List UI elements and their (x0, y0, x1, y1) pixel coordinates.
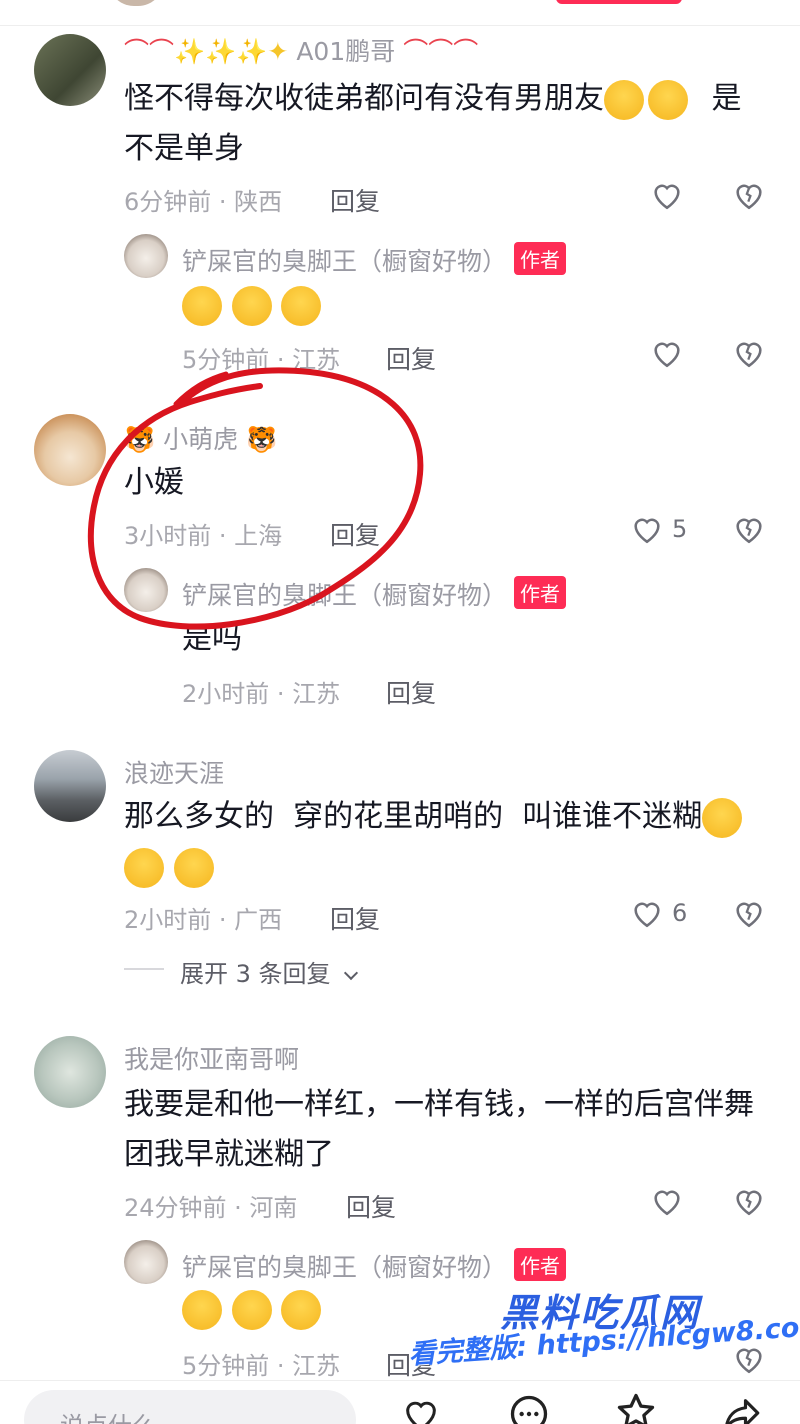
heart-icon (634, 902, 660, 928)
dislike-button[interactable] (732, 1184, 766, 1222)
comment-text: 我要是和他一样红，一样有钱，一样的后宫伴舞 团我早就迷糊了 (124, 1087, 754, 1172)
laugh-cry-emoji-icon (648, 79, 688, 120)
dislike-button[interactable] (732, 896, 766, 934)
comment-time-location: 6分钟前 · 陕西 (124, 188, 283, 216)
comment-username[interactable]: 我是你亚南哥啊 (124, 1040, 299, 1076)
like-button[interactable]: 5 (630, 512, 687, 546)
reply-username[interactable]: 铲屎官的臭脚王（橱窗好物） (182, 242, 507, 278)
chevron-down-icon (344, 965, 359, 981)
broken-heart-icon (736, 342, 762, 368)
broken-heart-icon (736, 184, 762, 210)
comment-username[interactable]: ⌒⌒✨✨✨✦ A01鹏哥 ⌒⌒⌒ (124, 32, 478, 68)
reply-text (182, 1284, 322, 1334)
highlight-circle (87, 367, 424, 630)
comment-input[interactable]: 说点什么... (24, 1390, 356, 1424)
heart-icon[interactable] (398, 1394, 444, 1424)
like-button[interactable] (650, 178, 684, 212)
like-count: 6 (672, 899, 688, 927)
like-button[interactable] (650, 1184, 684, 1218)
laugh-cry-emoji-icon (604, 79, 644, 120)
avatar[interactable] (34, 34, 106, 106)
reply-button[interactable]: 回复 (346, 1188, 396, 1224)
grin-emoji-icon (173, 847, 214, 888)
reply-button[interactable]: 回复 (330, 182, 380, 218)
comment-text: 怪不得每次收徒弟都问有没有男朋友 是 不是单身 (124, 79, 742, 166)
star-icon[interactable] (612, 1390, 660, 1424)
rainbow-icon: ⌒⌒ (124, 37, 175, 66)
like-button[interactable] (650, 336, 684, 370)
reply-text (182, 280, 322, 330)
reply-button[interactable]: 回复 (330, 900, 380, 936)
heart-icon (654, 342, 680, 368)
laugh-cry-emoji-icon (182, 285, 222, 326)
author-badge: 作者 (514, 576, 566, 609)
reply-username[interactable]: 铲屎官的臭脚王（橱窗好物） (182, 1248, 507, 1284)
broken-heart-icon (736, 1190, 762, 1216)
top-avatar-fragment (108, 0, 164, 6)
comment-text: 那么多女的 穿的花里胡哨的 叫谁谁不迷糊 (124, 792, 774, 892)
grin-emoji-icon (702, 797, 743, 838)
comment-input-placeholder: 说点什么... (60, 1406, 179, 1424)
laugh-cry-emoji-icon (281, 285, 322, 326)
broken-heart-icon (736, 518, 762, 544)
avatar[interactable] (34, 750, 106, 822)
author-badge: 作者 (514, 242, 566, 275)
author-badge: 作者 (514, 1248, 566, 1281)
dislike-button[interactable] (732, 336, 766, 374)
laugh-cry-emoji-icon (231, 285, 272, 326)
heart-icon (654, 1190, 680, 1216)
comment-time-location: 24分钟前 · 河南 (124, 1194, 298, 1222)
share-arrow-icon[interactable] (718, 1392, 766, 1424)
star-icon: ✦ (267, 37, 289, 66)
reply-time-location: 5分钟前 · 江苏 (182, 1352, 341, 1380)
heart-icon (654, 184, 680, 210)
top-partial-bar (0, 0, 800, 26)
comment-time-location: 2小时前 · 广西 (124, 906, 283, 934)
broken-heart-icon (736, 902, 762, 928)
grin-emoji-icon (231, 1289, 272, 1330)
top-button-fragment[interactable] (556, 0, 682, 4)
comment-bubble-icon[interactable] (506, 1392, 552, 1424)
like-button[interactable]: 6 (630, 896, 687, 930)
comment-username[interactable]: 浪迹天涯 (124, 754, 224, 790)
expand-replies-button[interactable]: 展开 3 条回复 (180, 954, 359, 989)
expand-divider (124, 968, 164, 970)
sparkle-icon: ✨✨✨ (174, 37, 268, 66)
grin-emoji-icon (281, 1289, 322, 1330)
heart-icon (634, 518, 660, 544)
author-avatar[interactable] (124, 234, 168, 278)
dislike-button[interactable] (732, 512, 766, 550)
grin-emoji-icon (182, 1289, 222, 1330)
author-avatar[interactable] (124, 1240, 168, 1284)
reply-button[interactable]: 回复 (386, 674, 436, 710)
grin-emoji-icon (124, 847, 164, 888)
reply-time-location: 2小时前 · 江苏 (182, 680, 341, 708)
rainbow-icon: ⌒⌒⌒ (403, 37, 479, 66)
dislike-button[interactable] (732, 178, 766, 216)
avatar[interactable] (34, 1036, 106, 1108)
like-count: 5 (672, 515, 688, 543)
